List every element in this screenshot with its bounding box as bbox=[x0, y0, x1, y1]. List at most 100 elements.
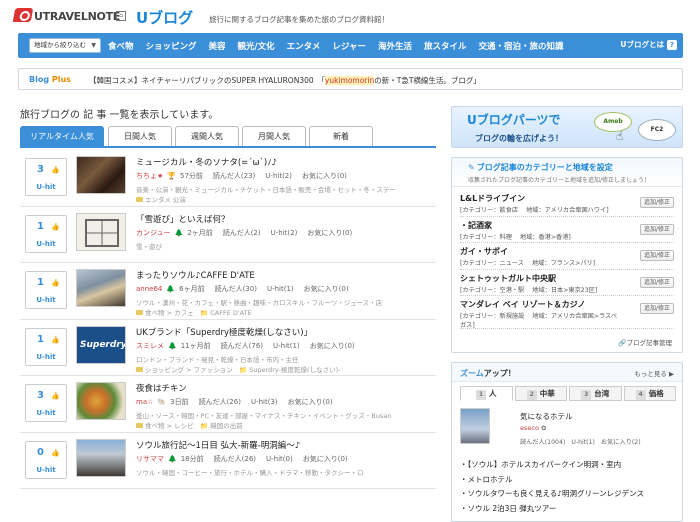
thumbs-up-icon: 👍 bbox=[51, 392, 60, 400]
nav-item[interactable]: レジャー bbox=[332, 40, 366, 52]
article-author[interactable]: カンジュー bbox=[136, 229, 171, 237]
category-item-detail: [カテゴリー：新規施設 地域：アメリカ合衆国>ラスベ bbox=[460, 311, 625, 320]
blog-parts-banner[interactable]: Uブログパーツで ブログの輪を広げよう！ Ameb FC2 ☝ bbox=[451, 106, 683, 148]
article-meta: リサママ 🌲 18分前 読んだ人(26) U-hit(0) お気に入り(0) bbox=[136, 454, 348, 464]
zoom-tab[interactable]: 1人 bbox=[460, 386, 513, 401]
favorite-count: お気に入り(0) bbox=[303, 285, 349, 293]
article-title[interactable]: ソウル旅行記～1日目 弘大-新羅-明洞編～♪ bbox=[136, 439, 300, 451]
uhit-label: U-hit bbox=[36, 465, 56, 474]
article-thumbnail[interactable] bbox=[76, 156, 126, 194]
article-title[interactable]: 「雪遊び」といえば何？ bbox=[136, 213, 230, 225]
zoom-tab[interactable]: 3 台湾 bbox=[569, 386, 622, 401]
uhit-count: 3 bbox=[37, 390, 44, 401]
edit-category-button[interactable]: 追加/修正 bbox=[640, 303, 674, 315]
zoom-item-author[interactable]: eseco bbox=[520, 424, 539, 432]
blog-plus-headline[interactable]: 【韓国コスメ】ネイチャーリパブリックのSUPER HYALURON300 「yu… bbox=[89, 75, 481, 86]
tab-ranking[interactable]: リアルタイム人気 bbox=[20, 126, 104, 146]
article-thumbnail[interactable] bbox=[76, 382, 126, 420]
zoom-tab[interactable]: 2 中華 bbox=[514, 386, 567, 401]
zoom-tab-label: 台湾 bbox=[594, 389, 610, 398]
ranking-row: 0 👍 U-hit ソウル旅行記～1日目 弘大-新羅-明洞編～♪ リサママ 🌲 18分前 読ん… bbox=[20, 433, 436, 489]
nav-item[interactable]: ショッピング bbox=[146, 40, 197, 52]
article-title[interactable]: 夜食はチキン bbox=[136, 382, 187, 394]
article-title[interactable]: まったりソウル♪CAFFE D'ATE bbox=[136, 269, 255, 281]
read-count: 読んだ人(23) bbox=[212, 172, 256, 180]
category-item-category: [カテゴリー：空港・駅 bbox=[460, 286, 525, 294]
article-author[interactable]: anne64 bbox=[136, 285, 162, 293]
category-item-name[interactable]: ガイ・サボイ bbox=[460, 246, 508, 257]
region-filter-select[interactable]: 地域から絞り込む ▼ bbox=[29, 38, 101, 53]
category-item-name[interactable]: マンダレイ ベイ リゾート＆カジノ bbox=[460, 299, 585, 310]
bullet-icon: ・ bbox=[460, 460, 468, 469]
uhit-box[interactable]: 1 👍 U-hit bbox=[25, 327, 67, 366]
edit-category-button[interactable]: 追加/修正 bbox=[640, 197, 674, 208]
zoom-link[interactable]: ・ソウル 2泊3日 弾丸ツアー bbox=[460, 502, 676, 517]
nav-item[interactable]: 観光/文化 bbox=[238, 40, 275, 52]
article-category[interactable]: 食べ物 > レシピ 📁 韓国の出前 bbox=[136, 420, 243, 430]
tab-ranking[interactable]: 月間人気 bbox=[242, 126, 306, 146]
about-link[interactable]: Uブログとは ? bbox=[620, 39, 677, 50]
logo-text[interactable]: UTRAVELNOTE bbox=[34, 10, 120, 23]
article-author[interactable]: スミレメ bbox=[136, 342, 164, 350]
category-item: シェトゥットガルト中央駅 [カテゴリー：空港・駅 地域：日本>東京23区] 追加/修正 bbox=[460, 270, 674, 297]
zoom-tab-number: 3 bbox=[581, 390, 592, 400]
edit-category-button[interactable]: 追加/修正 bbox=[640, 223, 674, 235]
zoom-item-meta: eseco ✿ bbox=[520, 424, 546, 432]
zoom-more-link[interactable]: もっと見る ▶ bbox=[634, 368, 674, 378]
blog-plus-label-a: Blog bbox=[29, 75, 52, 84]
category-item-name[interactable]: ・記酒家 bbox=[460, 220, 492, 231]
article-category-label: ショッピング > ファッション 📁 Superdry-極度乾燥(しなさい)- bbox=[145, 365, 341, 374]
tab-ranking[interactable]: 新着 bbox=[309, 126, 373, 146]
article-author[interactable]: ちちょ★ bbox=[136, 172, 163, 180]
blog-manage-link[interactable]: 🔗ブログ記事管理 bbox=[618, 337, 672, 347]
favorite-count: お気に入り(0) bbox=[287, 398, 333, 406]
category-item-name[interactable]: シェトゥットガルト中央駅 bbox=[460, 273, 556, 284]
zoom-item-thumbnail[interactable] bbox=[460, 408, 490, 444]
article-thumbnail[interactable] bbox=[76, 269, 126, 307]
edit-category-button[interactable]: 追加/修正 bbox=[640, 250, 674, 262]
article-tags: ソウル・漢州・花・カフェ・駅・懸曲・趣味・カロスキル・フルーツ・ジュース・店 bbox=[136, 299, 383, 307]
flower-icon: ✿ bbox=[541, 424, 547, 432]
article-category[interactable]: ショッピング > ファッション 📁 Superdry-極度乾燥(しなさい)- bbox=[136, 364, 340, 374]
nav-item[interactable]: 旅スタイル bbox=[424, 40, 467, 52]
article-age: 2ヶ月前 bbox=[187, 228, 213, 237]
article-title[interactable]: ミュージカル・冬のソナタ(=´ω`)ﾉ♪ bbox=[136, 156, 277, 168]
nav-item[interactable]: 美容 bbox=[209, 40, 226, 52]
tab-ranking[interactable]: 日間人気 bbox=[108, 126, 172, 146]
article-thumbnail[interactable] bbox=[76, 212, 126, 251]
nav-item[interactable]: 海外生活 bbox=[378, 40, 412, 52]
category-item-region: 地域：アメリカ合衆国>ラスベ bbox=[532, 313, 618, 321]
logo-icon[interactable] bbox=[12, 8, 34, 22]
article-author[interactable]: ma☆ bbox=[136, 398, 153, 406]
zoom-item-title[interactable]: 気になるホテル bbox=[520, 411, 573, 422]
category-item-category: [カテゴリー：料理 bbox=[460, 233, 512, 241]
uhit-box[interactable]: 3 👍 U-hit bbox=[25, 384, 67, 422]
zoom-link[interactable]: ・メトロホテル bbox=[460, 473, 676, 488]
article-category[interactable]: エンタメ 公演 bbox=[136, 194, 186, 204]
article-category[interactable]: 食べ物 > カフェ 📁 CAFFE D'ATE bbox=[136, 307, 252, 317]
edit-category-button[interactable]: 追加/修正 bbox=[640, 276, 674, 288]
article-age: 57分前 bbox=[180, 172, 203, 180]
home-icon[interactable]: ⌂ bbox=[116, 11, 126, 21]
article-thumbnail[interactable] bbox=[76, 438, 126, 477]
zoom-link[interactable]: ・ソウルタワーも良く見える♪明洞グリーンレジデンス bbox=[460, 487, 676, 502]
article-title[interactable]: UKブランド「Superdry極度乾燥(しなさい)」 bbox=[136, 326, 312, 338]
zoom-tab[interactable]: 4 価格 bbox=[623, 386, 676, 401]
favorite-count: お気に入り(0) bbox=[302, 172, 347, 180]
nav-item[interactable]: エンタメ bbox=[287, 40, 321, 52]
article-author[interactable]: リサママ bbox=[136, 455, 164, 463]
brand-title[interactable]: Uブログ bbox=[136, 7, 193, 28]
thumbs-up-icon: 👍 bbox=[51, 335, 60, 344]
uhit-box[interactable]: 1 👍 U-hit bbox=[25, 271, 67, 309]
uhit-box[interactable]: 3 👍 U-hit bbox=[25, 158, 67, 196]
tab-ranking[interactable]: 週間人気 bbox=[175, 126, 239, 146]
nav-item[interactable]: 交通・宿泊・旅の知識 bbox=[479, 40, 564, 52]
category-item-name[interactable]: L&Lドライブイン bbox=[460, 193, 525, 204]
read-count: 読んだ人(26) bbox=[213, 454, 257, 463]
uhit-box[interactable]: 1 👍 U-hit bbox=[25, 214, 67, 253]
read-count: 読んだ人(2) bbox=[222, 228, 261, 237]
nav-item[interactable]: 食べ物 bbox=[108, 40, 134, 52]
zoom-link[interactable]: ・【ソウル】ホテルスカイパークイン明洞・室内 bbox=[460, 458, 676, 473]
article-thumbnail[interactable]: Superdry bbox=[76, 325, 126, 364]
uhit-box[interactable]: 0 👍 U-hit bbox=[25, 440, 67, 479]
